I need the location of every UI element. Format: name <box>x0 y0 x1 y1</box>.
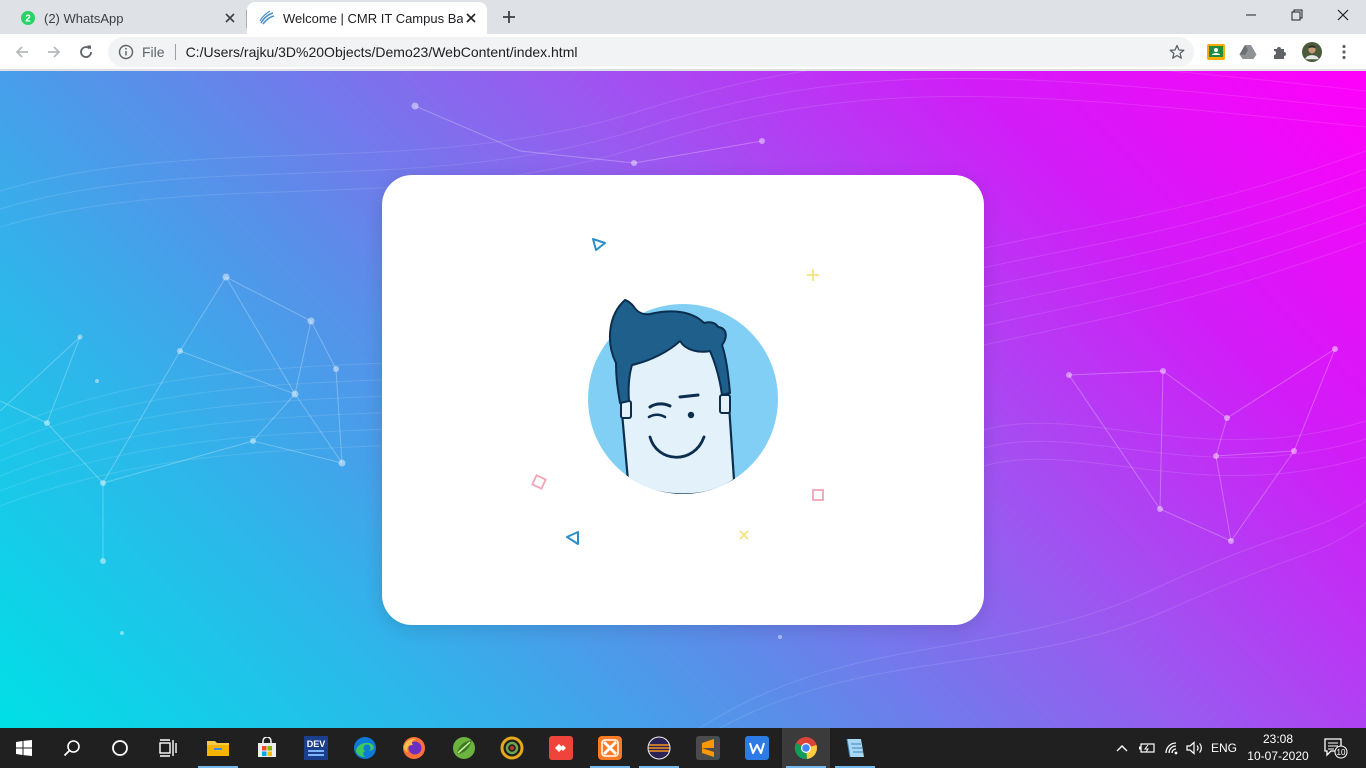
chevron-up-icon <box>1116 745 1128 752</box>
wps-writer-icon <box>745 736 769 760</box>
extensions-puzzle-icon[interactable] <box>1270 42 1290 62</box>
clock-time: 23:08 <box>1262 732 1294 746</box>
cortana-button[interactable] <box>96 728 144 768</box>
start-button[interactable] <box>0 728 48 768</box>
anydesk-icon <box>549 736 573 760</box>
reload-icon <box>80 45 92 58</box>
address-bar[interactable]: File C:/Users/rajku/3D%20Objects/Demo23/… <box>108 37 1194 67</box>
minimize-button[interactable] <box>1228 0 1274 30</box>
microsoft-store-icon <box>258 737 276 757</box>
wps-writer-button[interactable] <box>733 728 781 768</box>
sublime-text-button[interactable] <box>684 728 732 768</box>
restore-icon <box>1291 9 1303 21</box>
search-icon <box>63 740 80 757</box>
right-ear <box>719 394 731 414</box>
chrome-button[interactable] <box>782 728 830 768</box>
page-viewport <box>0 71 1366 728</box>
dev-cpp-button[interactable]: DEV <box>292 728 340 768</box>
eyebrow <box>678 393 700 399</box>
tab-strip: 2 (2) WhatsApp Welcome | CMR IT Campus B… <box>0 0 1366 34</box>
scheme-label: File <box>142 44 165 60</box>
eclipse-chameleon-button[interactable] <box>488 728 536 768</box>
reload-button[interactable] <box>72 38 100 66</box>
tab-title: (2) WhatsApp <box>44 10 124 26</box>
chrome-icon <box>794 737 817 760</box>
winking-face-illustration <box>531 238 824 545</box>
xampp-button[interactable] <box>586 728 634 768</box>
tab-whatsapp[interactable]: 2 (2) WhatsApp <box>8 2 246 34</box>
eclipse-icon <box>647 736 671 760</box>
close-tab-icon[interactable] <box>463 10 479 26</box>
notepad-button[interactable] <box>831 728 879 768</box>
whatsapp-icon: 2 <box>20 10 36 26</box>
profile-avatar[interactable] <box>1302 42 1322 62</box>
info-icon[interactable] <box>118 44 134 60</box>
spring-tool-suite-button[interactable] <box>440 728 488 768</box>
notification-count: 10 <box>1337 748 1346 757</box>
task-view-button[interactable] <box>144 728 192 768</box>
edge-button[interactable] <box>341 728 389 768</box>
edge-icon <box>354 737 376 759</box>
file-explorer-icon <box>207 741 229 756</box>
xampp-icon <box>598 736 622 760</box>
close-window-button[interactable] <box>1320 0 1366 30</box>
eclipse-button[interactable] <box>635 728 683 768</box>
clock-date: 10-07-2020 <box>1247 749 1309 763</box>
page-favicon-icon <box>259 10 275 26</box>
dev-cpp-icon: DEV <box>304 736 328 760</box>
tab-title: Welcome | CMR IT Campus Bank <box>283 10 463 26</box>
search-button[interactable] <box>48 728 96 768</box>
whatsapp-badge-count: 2 <box>25 14 31 25</box>
battery-icon[interactable] <box>1137 728 1157 768</box>
file-explorer-button[interactable] <box>194 728 242 768</box>
welcome-card <box>382 175 984 625</box>
new-tab-button[interactable] <box>497 5 521 29</box>
spring-tool-suite-icon <box>453 737 475 759</box>
google-classroom-icon[interactable] <box>1206 42 1226 62</box>
close-tab-icon[interactable] <box>222 10 238 26</box>
back-button[interactable] <box>8 38 36 66</box>
bookmark-star-icon[interactable] <box>1168 43 1186 61</box>
plus-icon <box>503 11 515 23</box>
dev-label: DEV <box>307 739 326 749</box>
left-ear <box>620 400 632 419</box>
language-indicator[interactable]: ENG <box>1209 728 1239 768</box>
plus-confetti <box>807 269 819 281</box>
wifi-icon[interactable] <box>1162 728 1182 768</box>
triangle-confetti <box>592 238 606 251</box>
eclipse-chameleon-icon <box>500 736 524 760</box>
square-confetti <box>531 474 547 490</box>
arrow-left-icon <box>15 46 28 58</box>
firefox-button[interactable] <box>390 728 438 768</box>
action-center-button[interactable]: 10 <box>1322 728 1350 768</box>
volume-icon[interactable] <box>1185 728 1205 768</box>
windows-taskbar: DEV ENG 23:08 10-07-2020 10 <box>0 728 1366 768</box>
tab-campus-bank[interactable]: Welcome | CMR IT Campus Bank <box>247 2 487 34</box>
browser-toolbar: File C:/Users/rajku/3D%20Objects/Demo23/… <box>0 34 1366 70</box>
drive-icon[interactable] <box>1238 42 1258 62</box>
arrow-right-icon <box>48 46 61 58</box>
forward-button[interactable] <box>40 38 68 66</box>
anydesk-button[interactable] <box>537 728 585 768</box>
cortana-icon <box>112 740 128 756</box>
notepad-icon <box>846 738 864 758</box>
notification-icon: 10 <box>1324 738 1348 759</box>
minimize-icon <box>1246 14 1256 16</box>
x-confetti <box>739 530 749 540</box>
windows-logo-icon <box>16 740 32 756</box>
triangle-confetti <box>566 531 579 545</box>
kebab-menu-icon[interactable] <box>1334 42 1354 62</box>
microsoft-store-button[interactable] <box>243 728 291 768</box>
restore-button[interactable] <box>1274 0 1320 30</box>
square-confetti <box>812 489 824 501</box>
open-eye <box>687 411 695 419</box>
url-text[interactable]: C:/Users/rajku/3D%20Objects/Demo23/WebCo… <box>186 44 1168 60</box>
close-icon <box>1337 9 1349 21</box>
show-hidden-icons-button[interactable] <box>1112 728 1132 768</box>
sublime-text-icon <box>696 736 720 760</box>
system-clock[interactable]: 23:08 10-07-2020 <box>1246 731 1310 765</box>
firefox-icon <box>403 737 425 759</box>
omnibox-divider <box>174 44 176 60</box>
task-view-icon <box>159 739 177 757</box>
